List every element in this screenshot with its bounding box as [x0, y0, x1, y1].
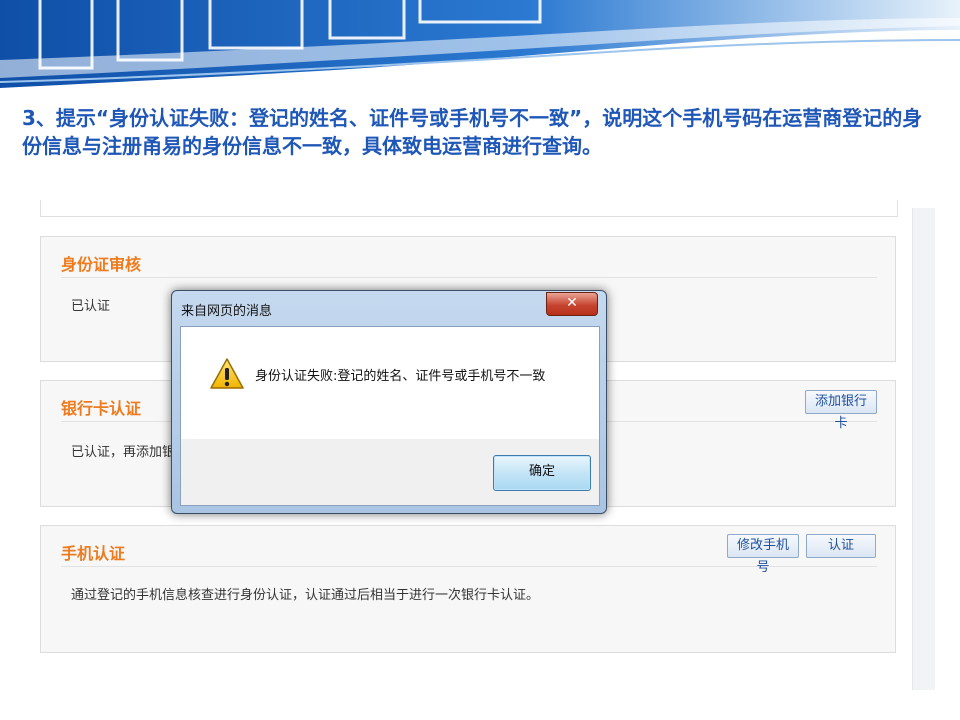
section-title: 身份证审核 [61, 255, 142, 274]
dialog-body: 身份认证失败:登记的姓名、证件号或手机号不一致 确定 [180, 326, 600, 506]
id-card-status: 已认证 [71, 299, 111, 314]
close-icon: ✕ [566, 295, 578, 311]
header-banner [0, 0, 960, 88]
previous-section-edge [40, 200, 898, 217]
phone-section: 手机认证 修改手机号 认证 通过登记的手机信息核查进行身份认证，认证通过后相当于… [40, 525, 896, 653]
slide-caption: 3、提示“身份认证失败：登记的姓名、证件号或手机号不一致”，说明这个手机号码在运… [22, 106, 923, 158]
section-title: 手机认证 [61, 544, 126, 563]
dialog-title: 来自网页的消息 [181, 304, 273, 319]
add-bank-card-button[interactable]: 添加银行卡 [805, 390, 877, 431]
verify-button[interactable]: 认证 [806, 534, 876, 558]
ok-button[interactable]: 确定 [493, 455, 591, 491]
alert-dialog: 来自网页的消息 ✕ 身份认证失败:登记的姓名、证件号或手机号不一致 确定 [171, 290, 607, 514]
modify-phone-button[interactable]: 修改手机号 [727, 534, 799, 575]
dialog-message: 身份认证失败:登记的姓名、证件号或手机号不一致 [255, 369, 546, 384]
phone-description: 通过登记的手机信息核查进行身份认证，认证通过后相当于进行一次银行卡认证。 [71, 588, 540, 603]
section-title: 银行卡认证 [61, 399, 142, 418]
bank-card-status: 已认证，再添加银 [71, 445, 176, 460]
warning-icon [210, 358, 244, 389]
vertical-scrollbar[interactable] [912, 208, 935, 690]
dialog-message-area: 身份认证失败:登记的姓名、证件号或手机号不一致 [181, 327, 599, 439]
close-button[interactable]: ✕ [546, 292, 598, 316]
section-header: 身份证审核 [61, 247, 877, 278]
